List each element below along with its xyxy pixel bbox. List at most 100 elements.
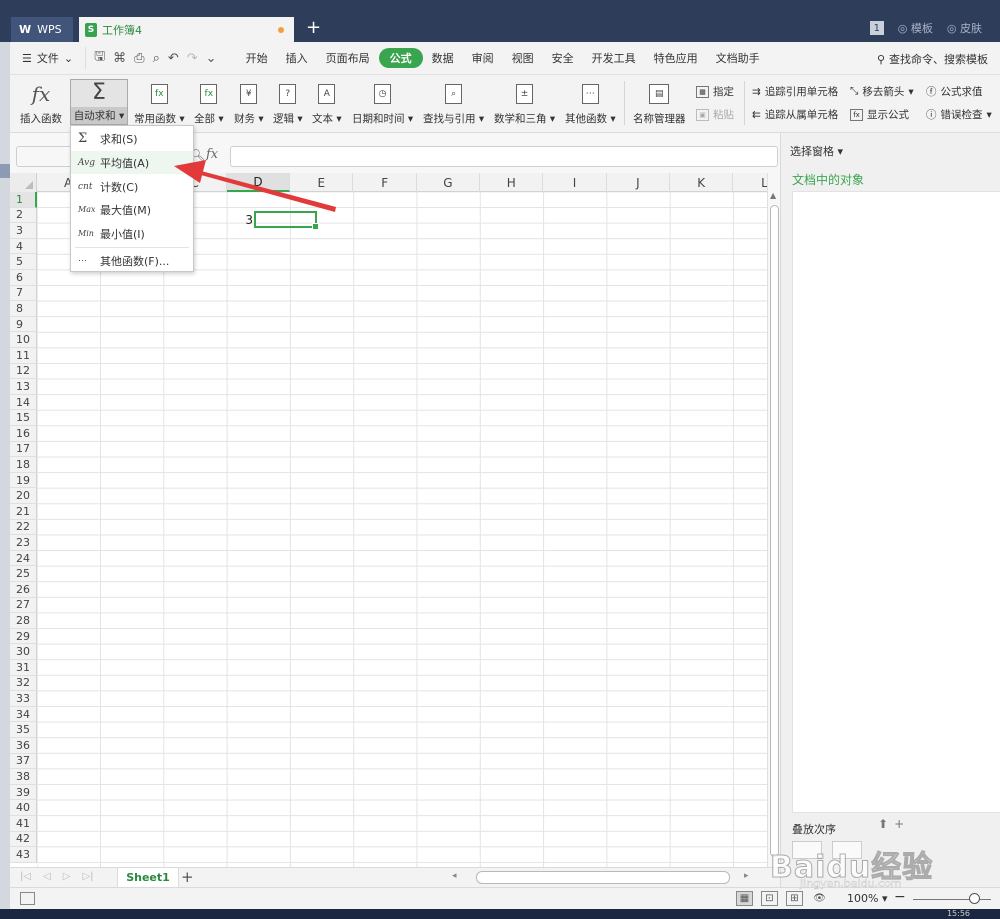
undo-icon[interactable]: ↶	[168, 51, 179, 66]
zoom-slider-knob[interactable]	[969, 893, 980, 904]
tab-view[interactable]: 视图	[503, 48, 543, 68]
tab-developer[interactable]: 开发工具	[583, 48, 645, 68]
page-layout-view-icon[interactable]: ⊞	[786, 891, 803, 906]
name-manager-button[interactable]: ▤ 名称管理器	[633, 79, 686, 126]
reading-mode-icon[interactable]: 👁︎	[811, 891, 828, 906]
row-header-1[interactable]: 1	[10, 192, 37, 208]
column-header-e[interactable]: E	[290, 173, 354, 192]
command-search[interactable]: ⚲ 查找命令、搜索模板	[877, 51, 988, 67]
row-header-36[interactable]: 36	[10, 738, 37, 754]
row-header-28[interactable]: 28	[10, 613, 37, 629]
row-header-43[interactable]: 43	[10, 847, 37, 863]
menu-item-average[interactable]: Avg 平均值(A)	[71, 151, 193, 174]
scroll-left-icon[interactable]: ◂	[452, 871, 457, 881]
column-header-i[interactable]: I	[543, 173, 607, 192]
row-header-2[interactable]: 2	[10, 207, 37, 224]
row-header-20[interactable]: 20	[10, 488, 37, 504]
row-header-37[interactable]: 37	[10, 753, 37, 770]
document-tab[interactable]: S 工作簿4	[79, 17, 294, 42]
redo-icon[interactable]: ↷	[187, 51, 198, 66]
all-functions-button[interactable]: fx 全部 ▾	[194, 79, 224, 126]
column-header-d[interactable]: D	[226, 173, 291, 192]
next-sheet-icon[interactable]: ▷	[63, 871, 71, 882]
common-functions-button[interactable]: fx 常用函数 ▾	[134, 79, 185, 126]
add-sheet-button[interactable]: +	[181, 868, 194, 886]
cell-c1-value[interactable]: 3	[237, 213, 253, 227]
formula-input[interactable]	[230, 146, 778, 167]
macro-record-icon[interactable]	[20, 892, 35, 905]
row-header-34[interactable]: 34	[10, 706, 37, 723]
row-header-33[interactable]: 33	[10, 691, 37, 707]
row-header-12[interactable]: 12	[10, 363, 37, 380]
lookup-button[interactable]: ⌕ 查找与引用 ▾	[423, 79, 484, 126]
last-sheet-icon[interactable]: ▷|	[82, 871, 93, 882]
row-header-32[interactable]: 32	[10, 675, 37, 692]
finance-button[interactable]: ¥ 财务 ▾	[234, 79, 264, 126]
row-header-27[interactable]: 27	[10, 597, 37, 614]
horizontal-scroll-thumb[interactable]	[476, 871, 730, 884]
customize-icon[interactable]: ⌄	[206, 51, 217, 66]
show-formulas-button[interactable]: fx 显示公式	[850, 107, 909, 122]
row-header-31[interactable]: 31	[10, 660, 37, 676]
row-header-3[interactable]: 3	[10, 223, 37, 239]
tab-home[interactable]: 开始	[237, 48, 277, 68]
row-header-14[interactable]: 14	[10, 394, 37, 411]
trace-precedents-button[interactable]: ⇉ 追踪引用单元格	[752, 84, 838, 99]
prev-sheet-icon[interactable]: ◁	[43, 871, 51, 882]
row-header-41[interactable]: 41	[10, 816, 37, 832]
tab-doc-assistant[interactable]: 文档助手	[707, 48, 769, 68]
specify-button[interactable]: ▦ 指定	[696, 84, 734, 99]
tab-formulas[interactable]: 公式	[378, 48, 423, 68]
bring-forward-icon[interactable]: ⬆	[878, 817, 888, 831]
spreadsheet-grid[interactable]: ABCDEFGHIJKL 123456789101112131415161718…	[10, 173, 767, 867]
print-icon[interactable]: ⎙	[134, 51, 144, 66]
autosum-button[interactable]: Σ 自动求和 ▾	[70, 79, 128, 125]
row-header-26[interactable]: 26	[10, 582, 37, 598]
column-header-g[interactable]: G	[417, 173, 481, 192]
new-tab-button[interactable]: +	[306, 18, 321, 38]
tab-page-layout[interactable]: 页面布局	[317, 48, 379, 68]
column-header-h[interactable]: H	[480, 173, 544, 192]
column-header-l[interactable]: L	[733, 173, 767, 192]
menu-item-max[interactable]: Max 最大值(M)	[71, 198, 193, 221]
menu-item-count[interactable]: cnt 计数(C)	[71, 175, 193, 198]
scroll-right-icon[interactable]: ▸	[744, 871, 749, 881]
vertical-scroll-thumb[interactable]	[770, 205, 779, 857]
window-count-badge[interactable]: 1	[869, 21, 884, 35]
row-header-30[interactable]: 30	[10, 644, 37, 660]
row-header-40[interactable]: 40	[10, 800, 37, 816]
wps-home-tab[interactable]: W WPS	[11, 17, 73, 42]
row-header-11[interactable]: 11	[10, 348, 37, 364]
row-header-13[interactable]: 13	[10, 379, 37, 395]
format-painter-icon[interactable]: ⌘	[113, 51, 126, 66]
tab-security[interactable]: 安全	[543, 48, 583, 68]
skin-button[interactable]: ◎ 皮肤	[947, 20, 982, 36]
template-button[interactable]: ◎ 模板	[898, 20, 933, 36]
row-header-29[interactable]: 29	[10, 628, 37, 645]
row-header-22[interactable]: 22	[10, 519, 37, 536]
tab-review[interactable]: 审阅	[463, 48, 503, 68]
math-button[interactable]: ± 数学和三角 ▾	[494, 79, 555, 126]
insert-function-button[interactable]: fx 插入函数	[18, 79, 64, 126]
objects-list[interactable]	[792, 191, 1000, 813]
plus-icon[interactable]: +	[894, 817, 904, 831]
first-sheet-icon[interactable]: |◁	[20, 871, 31, 882]
row-header-6[interactable]: 6	[10, 270, 37, 286]
row-header-15[interactable]: 15	[10, 410, 37, 426]
column-header-j[interactable]: J	[607, 173, 670, 192]
row-header-5[interactable]: 5	[10, 254, 37, 270]
menu-item-other-functions[interactable]: ⋯ 其他函数(F)...	[71, 249, 193, 272]
row-header-9[interactable]: 9	[10, 316, 37, 333]
row-header-24[interactable]: 24	[10, 550, 37, 567]
column-header-f[interactable]: F	[354, 173, 417, 192]
row-header-7[interactable]: 7	[10, 285, 37, 302]
print-preview-icon[interactable]: ⌕	[153, 51, 160, 66]
column-header-k[interactable]: K	[670, 173, 734, 192]
row-header-4[interactable]: 4	[10, 238, 37, 255]
row-header-39[interactable]: 39	[10, 784, 37, 801]
row-header-21[interactable]: 21	[10, 504, 37, 520]
file-menu[interactable]: ☰ 文件 ⌄	[10, 50, 79, 66]
logic-button[interactable]: ? 逻辑 ▾	[273, 79, 303, 126]
remove-arrows-button[interactable]: ⤡ 移去箭头 ▾	[850, 84, 914, 99]
save-icon[interactable]: 🖫	[94, 47, 105, 69]
